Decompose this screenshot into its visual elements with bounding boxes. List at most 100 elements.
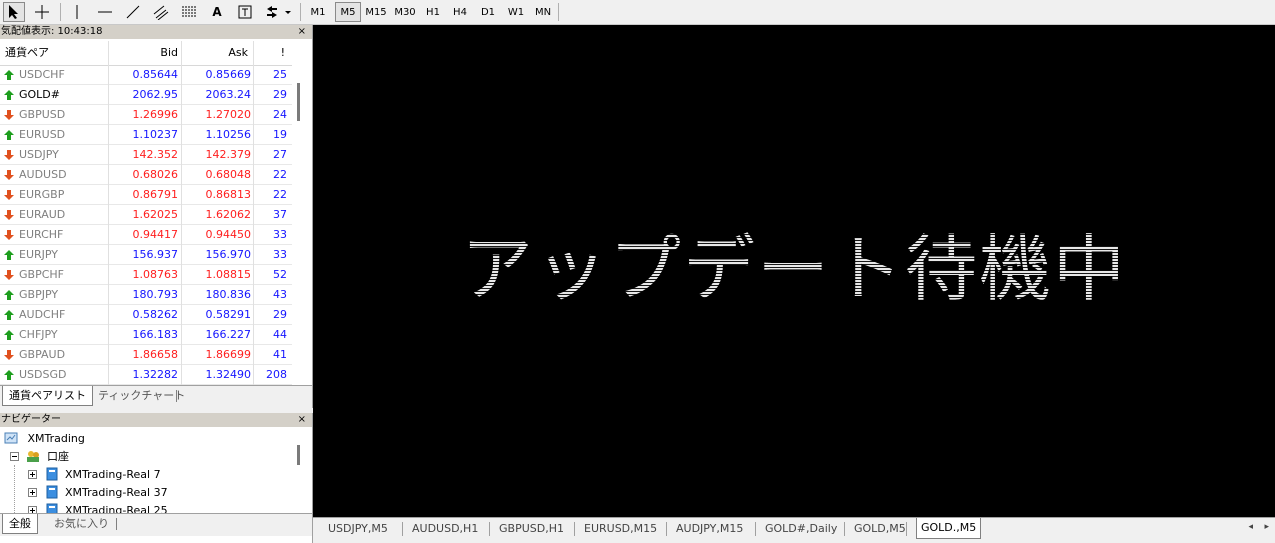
chart-tab[interactable]: GOLD#,Daily (765, 520, 837, 538)
column-header-spread[interactable]: ! (255, 41, 285, 65)
spread-value: 22 (273, 188, 287, 201)
market-watch-row[interactable]: USDSGD 1.32282 1.32490 208 (0, 365, 292, 385)
market-watch-scroll-thumb[interactable] (297, 83, 300, 121)
timeframe-button-h4[interactable]: H4 (447, 2, 473, 22)
spread-value: 37 (273, 208, 287, 221)
chart-tab[interactable]: EURUSD,M15 (584, 520, 657, 538)
collapse-icon[interactable] (10, 452, 19, 461)
market-watch-row[interactable]: USDCHF 0.85644 0.85669 25 (0, 65, 292, 85)
spread-value: 52 (273, 268, 287, 281)
navigator-scroll-thumb[interactable] (297, 445, 300, 465)
timeframe-button-h1[interactable]: H1 (420, 2, 446, 22)
close-icon[interactable]: × (298, 413, 306, 427)
spread-value: 208 (266, 368, 287, 381)
crosshair-tool-icon[interactable] (31, 2, 53, 22)
bid-price: 2062.95 (132, 88, 179, 101)
market-watch-title-bar: 気配値表示: 10:43:18 × (0, 25, 312, 39)
timeframe-button-m15[interactable]: M15 (362, 2, 390, 22)
market-watch-row[interactable]: GOLD# 2062.95 2063.24 29 (0, 85, 292, 105)
market-watch-row[interactable]: EURCHF 0.94417 0.94450 33 (0, 225, 292, 245)
bid-price: 166.183 (132, 328, 179, 341)
spread-value: 19 (273, 128, 287, 141)
trendline-tool-icon[interactable] (122, 2, 144, 22)
timeframe-button-w1[interactable]: W1 (503, 2, 529, 22)
chart-tab[interactable]: GBPUSD,H1 (499, 520, 564, 538)
market-watch-row[interactable]: EURAUD 1.62025 1.62062 37 (0, 205, 292, 225)
chart-tab[interactable]: GOLD,M5 (854, 520, 906, 538)
symbol-name: CHFJPY (19, 328, 58, 341)
timeframe-button-mn[interactable]: MN (531, 2, 555, 22)
tab-scroll-right-icon[interactable]: ▸ (1264, 522, 1269, 532)
symbol-name: GBPAUD (19, 348, 66, 361)
tree-item-accounts[interactable]: 口座 (10, 448, 69, 466)
market-watch-row[interactable]: AUDUSD 0.68026 0.68048 22 (0, 165, 292, 185)
chart-area[interactable]: アップデート待機中 (313, 25, 1275, 517)
tab-symbol-list[interactable]: 通貨ペアリスト (2, 386, 93, 406)
market-watch-row[interactable]: GBPJPY 180.793 180.836 43 (0, 285, 292, 305)
equidistant-channel-tool-icon[interactable] (150, 2, 172, 22)
fibonacci-tool-icon[interactable] (178, 2, 200, 22)
spread-value: 33 (273, 228, 287, 241)
market-watch-tabs: 通貨ペアリスト ティックチャート (0, 385, 312, 408)
symbol-name: USDSGD (19, 368, 67, 381)
up-arrow-icon (4, 250, 14, 260)
cursor-tool-icon[interactable] (3, 2, 25, 22)
chart-tab[interactable]: GOLD.,M5 (916, 518, 982, 539)
column-header-bid[interactable]: Bid (110, 41, 178, 65)
chart-tab[interactable]: AUDUSD,H1 (412, 520, 478, 538)
chart-tab[interactable]: AUDJPY,M15 (676, 520, 743, 538)
horizontal-line-tool-icon[interactable] (94, 2, 116, 22)
market-watch-row[interactable]: EURUSD 1.10237 1.10256 19 (0, 125, 292, 145)
market-watch-row[interactable]: EURGBP 0.86791 0.86813 22 (0, 185, 292, 205)
market-watch-row[interactable]: EURJPY 156.937 156.970 33 (0, 245, 292, 265)
tab-general[interactable]: 全般 (2, 514, 38, 534)
ask-price: 0.68048 (205, 168, 252, 181)
market-watch-row[interactable]: GBPCHF 1.08763 1.08815 52 (0, 265, 292, 285)
chart-tab[interactable]: USDJPY,M5 (328, 520, 388, 538)
tree-root-xmtrading[interactable]: XMTrading (4, 430, 85, 448)
up-arrow-icon (4, 310, 14, 320)
market-watch-row[interactable]: CHFJPY 166.183 166.227 44 (0, 325, 292, 345)
spread-value: 33 (273, 248, 287, 261)
market-watch-row[interactable]: USDJPY 142.352 142.379 27 (0, 145, 292, 165)
account-label: XMTrading-Real 7 (65, 468, 161, 481)
bid-price: 1.62025 (132, 208, 179, 221)
text-label-tool-icon[interactable] (234, 2, 256, 22)
timeframe-button-m30[interactable]: M30 (391, 2, 419, 22)
market-watch-row[interactable]: GBPAUD 1.86658 1.86699 41 (0, 345, 292, 365)
vertical-line-tool-icon[interactable] (66, 2, 88, 22)
down-arrow-icon (4, 190, 14, 200)
account-label: XMTrading-Real 37 (65, 486, 168, 499)
tab-favorites[interactable]: お気に入り (48, 514, 115, 534)
timeframe-button-d1[interactable]: D1 (475, 2, 501, 22)
timeframe-button-m5[interactable]: M5 (335, 2, 361, 22)
bid-price: 180.793 (132, 288, 179, 301)
toolbar: A M1 M5 M15 M30 H1 H4 D1 W1 MN (0, 0, 1275, 25)
tab-scroll-left-icon[interactable]: ◂ (1248, 522, 1253, 532)
column-header-ask[interactable]: Ask (182, 41, 248, 65)
market-watch-scrollbar[interactable] (293, 65, 312, 408)
expand-icon[interactable] (28, 470, 37, 479)
bid-price: 1.86658 (132, 348, 179, 361)
ask-price: 1.08815 (205, 268, 252, 281)
ask-price: 2063.24 (205, 88, 252, 101)
column-header-symbol[interactable]: 通貨ペア (5, 41, 105, 65)
market-watch-row[interactable]: AUDCHF 0.58262 0.58291 29 (0, 305, 292, 325)
down-arrow-icon (4, 270, 14, 280)
accounts-icon (26, 451, 39, 462)
expand-icon[interactable] (28, 488, 37, 497)
ask-price: 1.10256 (205, 128, 252, 141)
close-icon[interactable]: × (298, 25, 306, 39)
symbol-name: EURAUD (19, 208, 66, 221)
bid-price: 0.85644 (132, 68, 179, 81)
arrows-dropdown-icon[interactable] (262, 2, 294, 22)
market-watch-row[interactable]: GBPUSD 1.26996 1.27020 24 (0, 105, 292, 125)
account-item[interactable]: XMTrading-Real 37 (28, 484, 168, 502)
symbol-name: USDJPY (19, 148, 59, 161)
ask-price: 0.86813 (205, 188, 252, 201)
spread-value: 43 (273, 288, 287, 301)
text-tool-icon[interactable]: A (206, 2, 228, 22)
account-item[interactable]: XMTrading-Real 7 (28, 466, 161, 484)
terminal-icon (4, 432, 18, 444)
timeframe-button-m1[interactable]: M1 (305, 2, 331, 22)
